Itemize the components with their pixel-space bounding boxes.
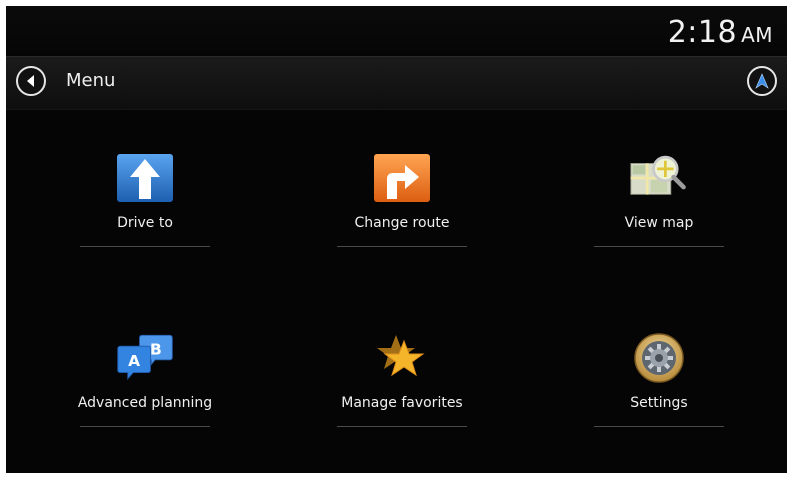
svg-text:A: A <box>128 352 140 370</box>
back-button[interactable] <box>16 66 46 96</box>
menu-item-label: Settings <box>630 395 688 411</box>
settings-gear-icon <box>629 330 689 386</box>
menu-item-settings[interactable]: Settings <box>589 330 729 473</box>
status-bar: 2:18 AM <box>6 6 787 56</box>
back-arrow-icon <box>27 75 34 87</box>
device-screen: 2:18 AM Menu Drive to Change route View … <box>6 6 787 473</box>
divider <box>80 426 210 427</box>
menu-item-change-route[interactable]: Change route <box>332 150 472 300</box>
menu-item-view-map[interactable]: View map <box>589 150 729 300</box>
menu-item-label: Advanced planning <box>77 395 213 411</box>
header-bar: Menu <box>6 56 787 110</box>
drive-to-arrow-icon <box>115 150 175 206</box>
divider <box>594 246 724 247</box>
menu-item-label: Drive to <box>117 215 173 231</box>
ab-planning-icon: B A <box>115 330 175 386</box>
svg-text:B: B <box>150 340 162 358</box>
map-magnifier-icon <box>629 150 689 206</box>
clock: 2:18 AM <box>668 16 773 52</box>
divider <box>337 426 467 427</box>
menu-item-label: Manage favorites <box>341 395 463 411</box>
page-title: Menu <box>66 70 116 91</box>
navigation-button[interactable] <box>747 66 777 96</box>
favorites-star-icon <box>372 330 432 386</box>
menu-item-label: Change route <box>354 215 450 231</box>
divider <box>80 246 210 247</box>
navigation-arrow-icon <box>755 73 769 89</box>
menu-item-drive-to[interactable]: Drive to <box>75 150 215 300</box>
divider <box>337 246 467 247</box>
divider <box>594 426 724 427</box>
menu-item-advanced-planning[interactable]: B A Advanced planning <box>75 330 215 473</box>
clock-time: 2:18 <box>667 15 738 50</box>
clock-ampm: AM <box>741 23 773 47</box>
change-route-icon <box>372 150 432 206</box>
menu-item-manage-favorites[interactable]: Manage favorites <box>332 330 472 473</box>
menu-grid: Drive to Change route View map B A Advan… <box>6 108 787 473</box>
menu-item-label: View map <box>624 215 694 231</box>
